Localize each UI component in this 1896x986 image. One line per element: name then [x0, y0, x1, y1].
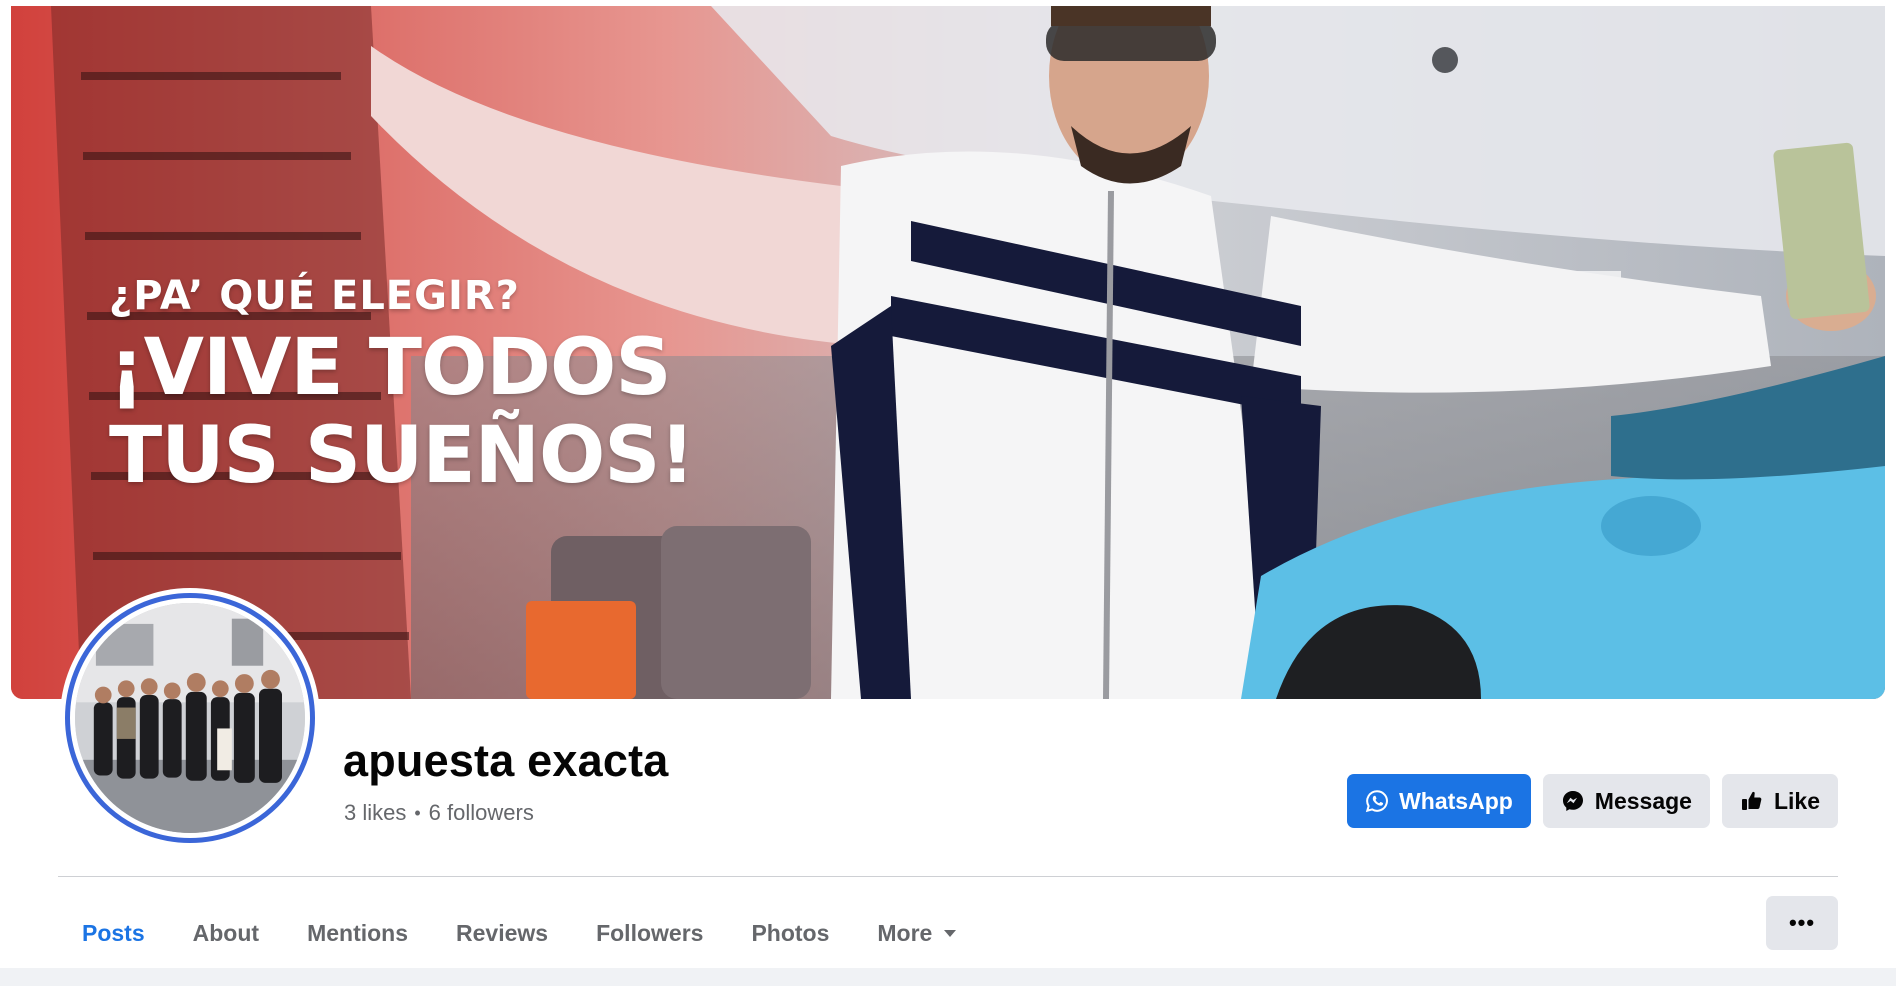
content-area-background — [0, 968, 1896, 986]
cover-headline-line2: TUS SUEÑOS! — [109, 411, 695, 501]
messenger-icon — [1562, 791, 1583, 811]
page-title: apuesta exacta — [343, 735, 669, 786]
whatsapp-button[interactable]: WhatsApp — [1347, 774, 1531, 828]
tab-more[interactable]: More — [853, 898, 980, 968]
page-actions: WhatsApp Message Like — [1347, 774, 1838, 828]
profile-picture-photo — [75, 603, 305, 833]
header-divider — [58, 876, 1838, 877]
cover-photo[interactable]: ¿PA’ QUÉ ELEGIR? ¡VIVE TODOS TUS SUEÑOS! — [11, 6, 1885, 699]
tab-followers-label: Followers — [596, 919, 704, 946]
profile-picture-ring — [65, 593, 315, 843]
tab-more-label: More — [877, 919, 933, 946]
stats-separator: • — [414, 802, 421, 823]
more-options-button[interactable]: ••• — [1766, 896, 1838, 950]
tab-mentions[interactable]: Mentions — [283, 898, 432, 968]
facebook-page-profile: ¿PA’ QUÉ ELEGIR? ¡VIVE TODOS TUS SUEÑOS! — [0, 0, 1896, 986]
tab-reviews[interactable]: Reviews — [432, 898, 572, 968]
like-button-label: Like — [1773, 787, 1820, 814]
tab-about-label: About — [192, 919, 260, 946]
message-button-label: Message — [1594, 787, 1692, 814]
tab-reviews-label: Reviews — [456, 919, 549, 946]
whatsapp-icon — [1365, 790, 1389, 813]
page-stats: 3 likes • 6 followers — [344, 800, 534, 826]
likes-count[interactable]: 3 likes — [344, 800, 406, 826]
followers-count[interactable]: 6 followers — [429, 800, 534, 826]
tab-photos-label: Photos — [751, 919, 830, 946]
thumbs-up-icon — [1741, 791, 1762, 810]
tab-posts-label: Posts — [82, 919, 145, 946]
message-button[interactable]: Message — [1542, 774, 1710, 828]
caret-down-icon — [944, 929, 957, 937]
tab-followers[interactable]: Followers — [572, 898, 727, 968]
tab-about[interactable]: About — [169, 898, 283, 968]
whatsapp-button-label: WhatsApp — [1399, 787, 1513, 814]
cover-headline-small: ¿PA’ QUÉ ELEGIR? — [109, 273, 520, 319]
page-tabs: Posts About Mentions Reviews Followers P… — [58, 898, 980, 972]
tab-photos[interactable]: Photos — [727, 898, 853, 968]
tab-mentions-label: Mentions — [307, 919, 409, 946]
cover-headline-line1: ¡VIVE TODOS — [109, 323, 672, 413]
like-button[interactable]: Like — [1721, 774, 1838, 828]
profile-picture[interactable] — [60, 588, 320, 848]
cover-headline: ¿PA’ QUÉ ELEGIR? ¡VIVE TODOS TUS SUEÑOS! — [109, 268, 695, 501]
group-photo-illustration — [75, 603, 305, 833]
tab-posts[interactable]: Posts — [58, 898, 169, 972]
